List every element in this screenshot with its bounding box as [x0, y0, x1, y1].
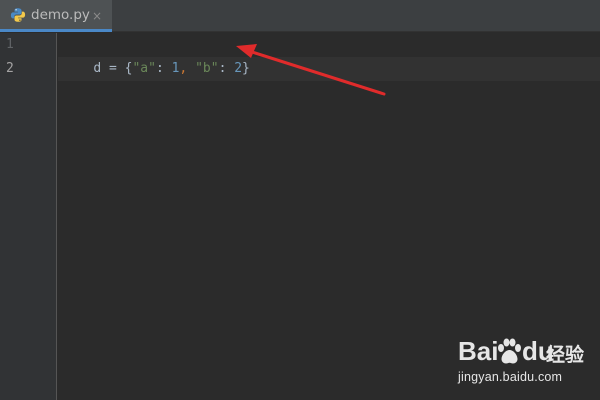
code-token: 2: [234, 61, 243, 76]
close-icon[interactable]: ×: [90, 9, 104, 23]
watermark-url: jingyan.baidu.com: [458, 370, 563, 384]
code-token: "b": [195, 61, 219, 76]
line-number-gutter: 1 2: [0, 33, 57, 400]
editor-tab-bar: demo.py ×: [0, 0, 600, 32]
code-token: :: [218, 61, 235, 76]
code-line-1[interactable]: d = {"a": 1, "b": 2}: [62, 33, 250, 105]
code-token: d: [93, 61, 102, 76]
code-token: =: [101, 61, 125, 76]
code-token: :: [155, 61, 172, 76]
active-tab-indicator: [0, 29, 112, 32]
code-token: "a": [132, 61, 156, 76]
code-token: }: [242, 61, 250, 76]
watermark-product: 经验: [546, 345, 585, 366]
tab-filename: demo.py: [31, 7, 90, 23]
tab-demo-py[interactable]: demo.py ×: [0, 0, 112, 32]
code-token: ,: [179, 61, 196, 76]
line-number-2: 2: [6, 61, 14, 76]
line-number-1: 1: [6, 37, 14, 52]
paw-logo-icon: [498, 338, 521, 364]
baidu-jingyan-watermark: Bai du 经验 jingyan.baidu.com: [458, 336, 588, 388]
python-file-icon: [10, 7, 26, 23]
watermark-brand-left: Bai: [458, 336, 499, 366]
